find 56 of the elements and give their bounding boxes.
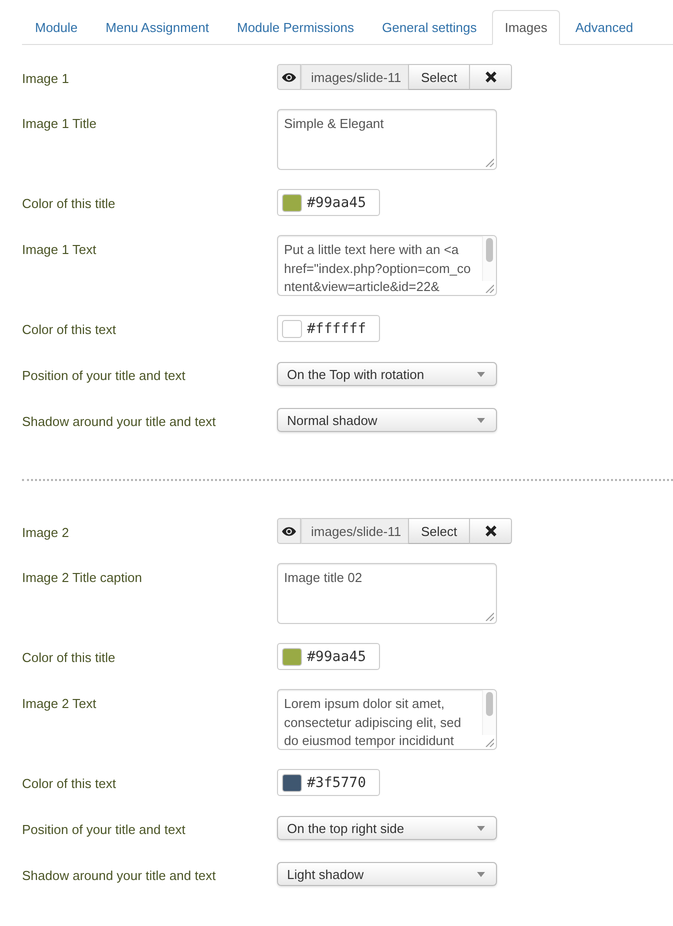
color-field[interactable]: #99aa45 (277, 643, 380, 670)
scrollbar-thumb[interactable] (486, 238, 493, 262)
field-label: Shadow around your title and text (22, 413, 216, 431)
resize-grip-icon[interactable] (484, 737, 494, 747)
field-label: Image 1 Text (22, 241, 96, 259)
field-label: Color of this text (22, 775, 116, 793)
field-label: Color of this title (22, 195, 116, 213)
field-label: Position of your title and text (22, 367, 186, 385)
eye-icon (282, 526, 296, 536)
resize-grip-icon[interactable] (484, 283, 494, 293)
textarea-field[interactable]: Image title 02 (277, 563, 497, 624)
field-label: Image 1 Title (22, 115, 96, 133)
select-button[interactable]: Select (408, 518, 470, 544)
textarea-field[interactable]: Lorem ipsum dolor sit amet, consectetur adipiscing elit, sed do eiusmod tempor incididunt (277, 689, 497, 750)
eye-icon (282, 72, 296, 82)
close-icon (484, 525, 497, 537)
field-label: Shadow around your title and text (22, 867, 216, 885)
tab[interactable]: Module (22, 10, 91, 45)
field-label: Color of this title (22, 649, 116, 667)
resize-grip-icon[interactable] (484, 157, 494, 167)
color-field[interactable]: #3f5770 (277, 769, 380, 796)
dropdown[interactable]: On the Top with rotation (277, 362, 497, 386)
field-label: Color of this text (22, 321, 116, 339)
field-label: Image 1 (22, 70, 69, 88)
tab[interactable]: Module Permissions (224, 10, 368, 45)
field-label: Image 2 Text (22, 695, 96, 713)
preview-button[interactable] (277, 518, 301, 544)
caret-icon (477, 372, 485, 376)
caret-icon (477, 826, 485, 830)
dropdown[interactable]: Normal shadow (277, 408, 497, 432)
tab[interactable]: Advanced (562, 10, 646, 45)
color-field[interactable]: #99aa45 (277, 189, 380, 216)
scrollbar[interactable] (482, 236, 496, 281)
textarea-field[interactable]: Simple & Elegant (277, 109, 497, 170)
dropdown[interactable]: On the top right side (277, 816, 497, 840)
tab[interactable]: Menu Assignment (92, 10, 222, 45)
preview-button[interactable] (277, 64, 301, 90)
resize-grip-icon[interactable] (484, 611, 494, 621)
scrollbar[interactable] (482, 690, 496, 735)
textarea-field[interactable]: Put a little text here with an <a href="index.php?option=com_content&view=article&id=22& (277, 235, 497, 296)
color-field[interactable]: #ffffff (277, 315, 380, 342)
tab[interactable]: General settings (369, 10, 490, 45)
field-label: Image 2 Title caption (22, 569, 142, 587)
tab[interactable]: Images (492, 10, 560, 45)
close-icon (484, 71, 497, 83)
image-path-field[interactable]: images/slide-11 (301, 64, 408, 90)
caret-icon (477, 418, 485, 422)
dropdown[interactable]: Light shadow (277, 862, 497, 886)
clear-button[interactable] (470, 64, 512, 90)
scrollbar-thumb[interactable] (486, 692, 493, 716)
field-label: Image 2 (22, 524, 69, 542)
field-label: Position of your title and text (22, 821, 186, 839)
image-path-field[interactable]: images/slide-11 (301, 518, 408, 544)
clear-button[interactable] (470, 518, 512, 544)
caret-icon (477, 872, 485, 876)
select-button[interactable]: Select (408, 64, 470, 90)
